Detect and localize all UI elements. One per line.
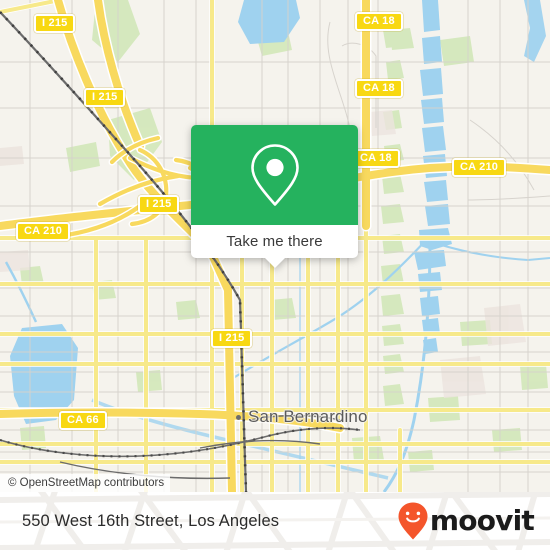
take-me-there-label: Take me there xyxy=(226,233,323,250)
map-screenshot: I 215 CA 18 CA 18 I 215 CA 18 CA 210 I 2… xyxy=(0,0,550,550)
moovit-wordmark: moovit xyxy=(429,504,535,537)
highway-shield-ca18[interactable]: CA 18 xyxy=(352,149,400,168)
place-marker-dot xyxy=(236,414,241,420)
highway-shield-ca66[interactable]: CA 66 xyxy=(59,411,107,430)
highway-shield-ca18[interactable]: CA 18 xyxy=(355,12,403,31)
footer-bar: 550 West 16th Street, Los Angeles moovit xyxy=(0,492,550,550)
map-canvas[interactable]: I 215 CA 18 CA 18 I 215 CA 18 CA 210 I 2… xyxy=(0,0,550,492)
osm-attribution[interactable]: © OpenStreetMap contributors xyxy=(0,474,171,492)
highway-shield-i215[interactable]: I 215 xyxy=(34,14,76,33)
highway-shield-ca210[interactable]: CA 210 xyxy=(452,158,507,177)
location-callout-card[interactable]: Take me there xyxy=(191,125,358,268)
moovit-logo[interactable]: moovit xyxy=(397,501,535,541)
highway-shield-i215[interactable]: I 215 xyxy=(84,88,126,107)
callout-footer[interactable]: Take me there xyxy=(191,225,358,268)
map-pin-icon xyxy=(250,144,299,206)
moovit-pin-icon xyxy=(398,502,428,540)
address-text: 550 West 16th Street, Los Angeles xyxy=(22,511,280,530)
highway-shield-ca210[interactable]: CA 210 xyxy=(16,222,71,241)
highway-shield-i215[interactable]: I 215 xyxy=(211,329,253,348)
place-label-san-bernardino: San Bernardino xyxy=(236,407,368,427)
highway-shield-i215[interactable]: I 215 xyxy=(138,195,180,214)
place-label-text: San Bernardino xyxy=(248,407,368,426)
highway-shield-ca18[interactable]: CA 18 xyxy=(355,79,403,98)
callout-header xyxy=(191,125,358,225)
callout-pointer-tail xyxy=(263,257,286,268)
footer-content: 550 West 16th Street, Los Angeles moovit xyxy=(0,492,550,550)
